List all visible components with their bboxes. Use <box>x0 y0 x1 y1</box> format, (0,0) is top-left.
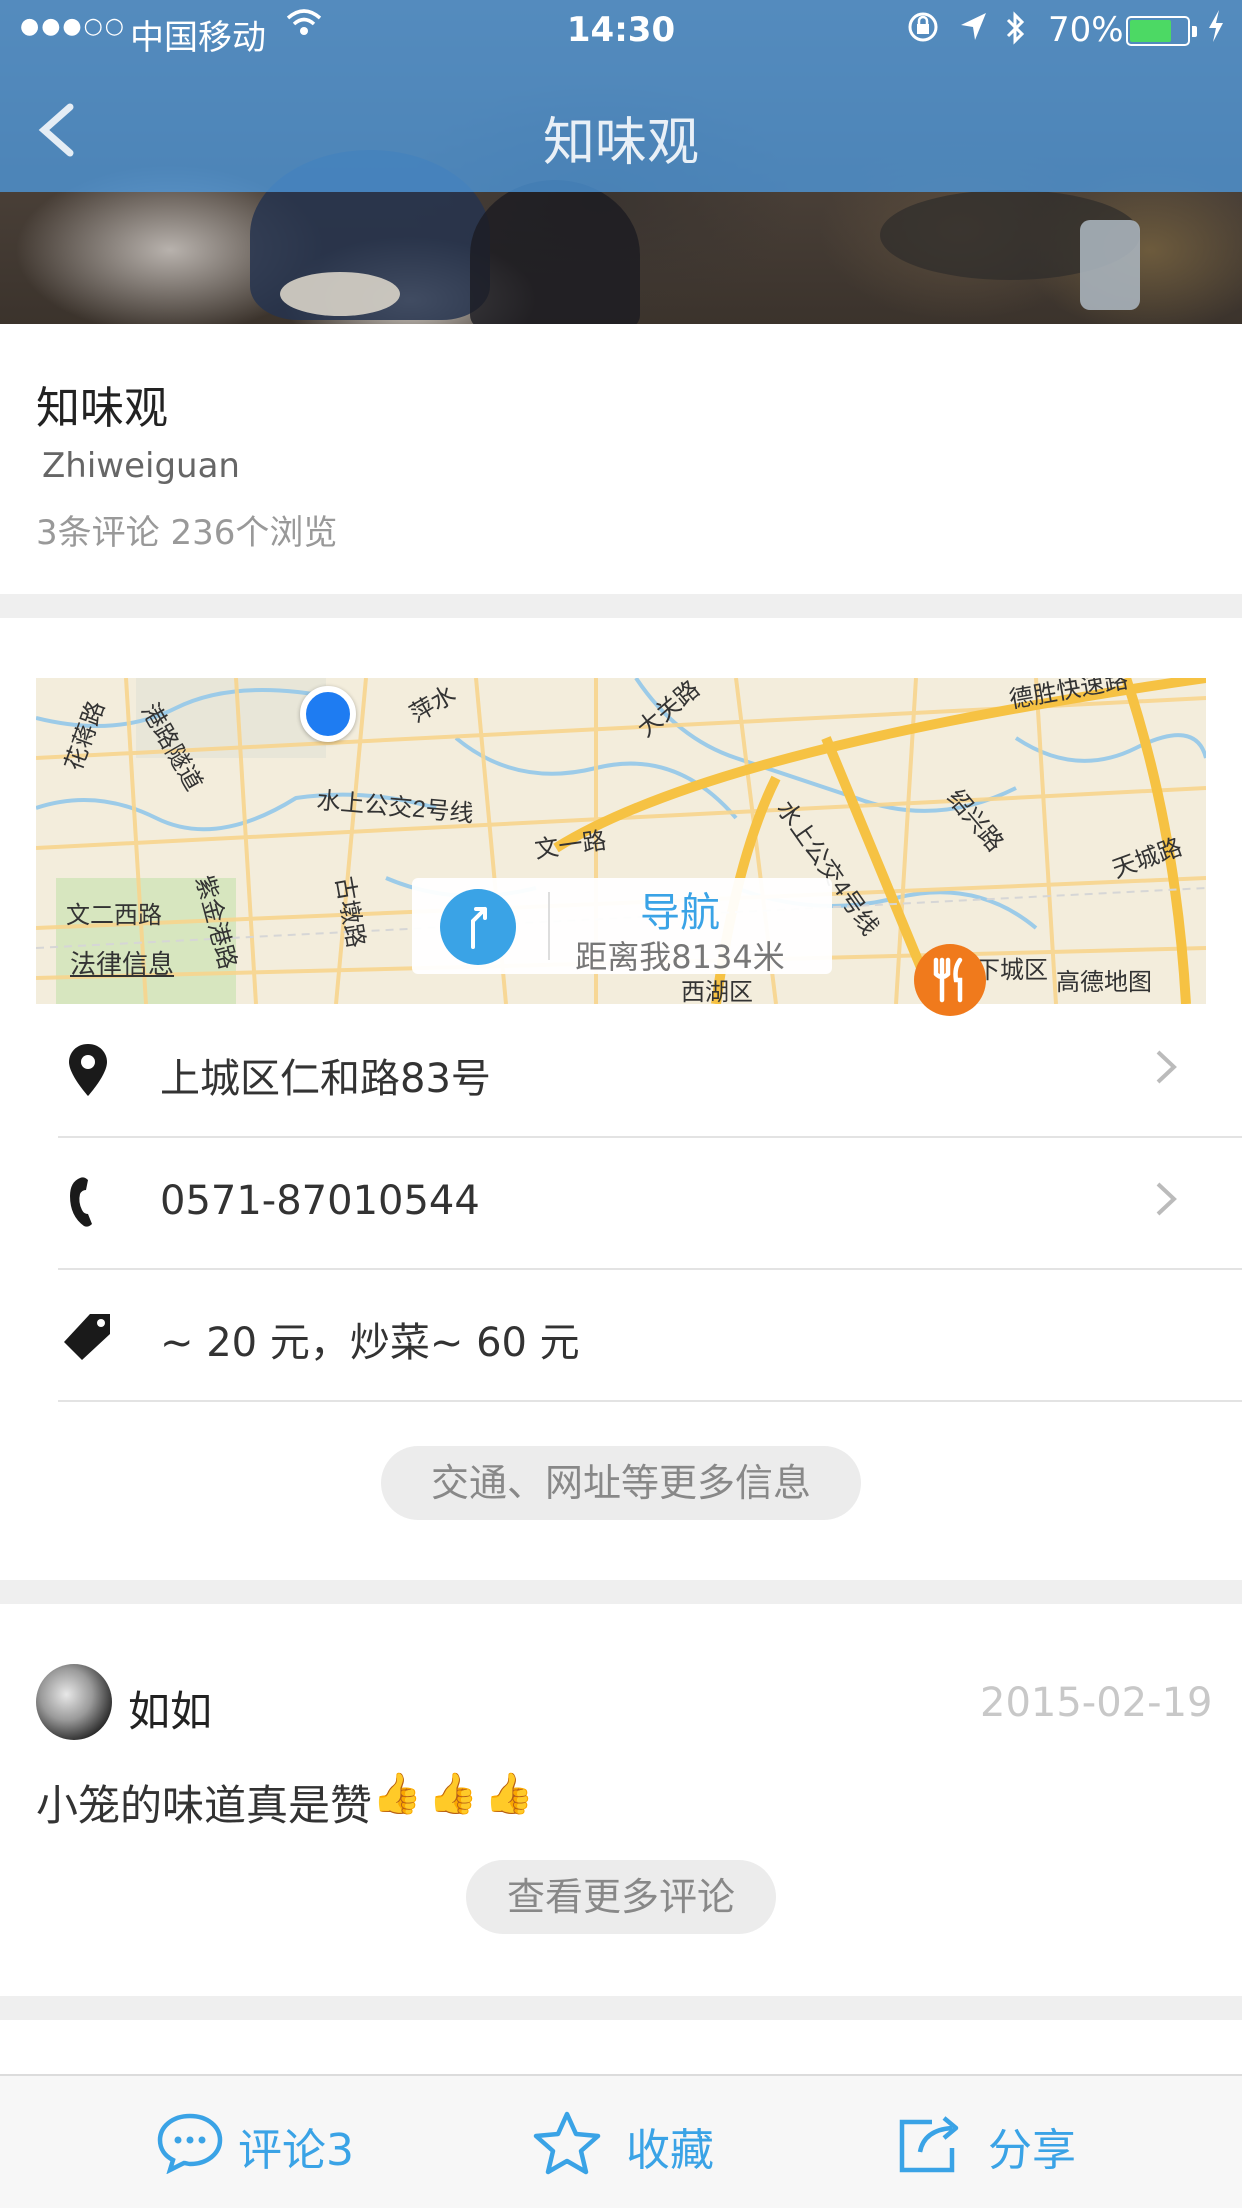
distance-label: 距离我8134米 <box>575 938 785 976</box>
price-tag-icon <box>64 1314 110 1360</box>
phone-icon <box>70 1177 92 1227</box>
review-text: 小笼的味道真是赞 <box>36 1781 373 1830</box>
location-arrow-icon <box>958 10 988 52</box>
avatar[interactable] <box>36 1664 112 1740</box>
price-text: ~ 20 元，炒菜~ 60 元 <box>160 1320 580 1366</box>
map-label: 下城区 <box>976 957 1048 984</box>
restaurant-name: 知味观 <box>36 383 168 434</box>
charging-icon <box>1206 8 1226 53</box>
thumbs-up-icon: 👍 <box>372 1771 422 1817</box>
more-info-button[interactable]: 交通、网址等更多信息 <box>381 1446 861 1520</box>
reviewer-name: 如如 <box>128 1687 213 1736</box>
row-divider <box>58 1400 1242 1402</box>
battery-icon <box>1126 16 1197 46</box>
favorite-button[interactable]: 收藏 <box>532 2110 732 2176</box>
restaurant-stats: 3条评论 236个浏览 <box>36 513 338 553</box>
chevron-right-icon <box>1150 1172 1180 1239</box>
comment-button[interactable]: 评论3 <box>156 2110 386 2176</box>
map-legal-link[interactable]: 法律信息 <box>70 944 174 981</box>
restaurant-pinyin: Zhiweiguan <box>42 446 240 486</box>
favorite-label: 收藏 <box>626 2125 714 2176</box>
review-date: 2015-02-19 <box>980 1680 1213 1726</box>
chevron-right-icon <box>1150 1040 1180 1107</box>
navigate-icon <box>440 889 516 965</box>
thumbs-up-icon: 👍 <box>484 1771 534 1817</box>
map-label: 文二西路 <box>66 902 162 929</box>
share-button[interactable]: 分享 <box>896 2110 1096 2176</box>
page-title: 知味观 <box>542 113 699 173</box>
user-location-marker <box>300 686 356 742</box>
address-text: 上城区仁和路83号 <box>160 1056 491 1102</box>
navigate-label: 导航 <box>640 890 720 936</box>
star-icon <box>533 2111 601 2175</box>
comment-label: 评论3 <box>238 2125 354 2176</box>
share-icon <box>899 2116 959 2173</box>
address-row[interactable]: 上城区仁和路83号 <box>0 1004 1242 1136</box>
more-reviews-button[interactable]: 查看更多评论 <box>466 1860 776 1934</box>
battery-percent: 70% <box>1048 10 1124 50</box>
rotation-lock-icon <box>906 10 940 52</box>
comment-bubble-icon <box>157 2113 223 2174</box>
map-label: 西湖区 <box>681 979 753 1004</box>
map-label: 高德地图 <box>1056 969 1152 996</box>
phone-row[interactable]: 0571-87010544 <box>0 1136 1242 1268</box>
navigate-divider <box>548 892 550 960</box>
bluetooth-icon <box>1004 10 1028 54</box>
price-row: ~ 20 元，炒菜~ 60 元 <box>0 1268 1242 1400</box>
thumbs-up-icon: 👍 <box>428 1771 478 1817</box>
location-pin-icon <box>69 1044 107 1096</box>
share-label: 分享 <box>988 2125 1076 2176</box>
status-bar: ●●●○○ 中国移动 14:30 70% <box>0 0 1242 62</box>
phone-text: 0571-87010544 <box>160 1178 480 1224</box>
